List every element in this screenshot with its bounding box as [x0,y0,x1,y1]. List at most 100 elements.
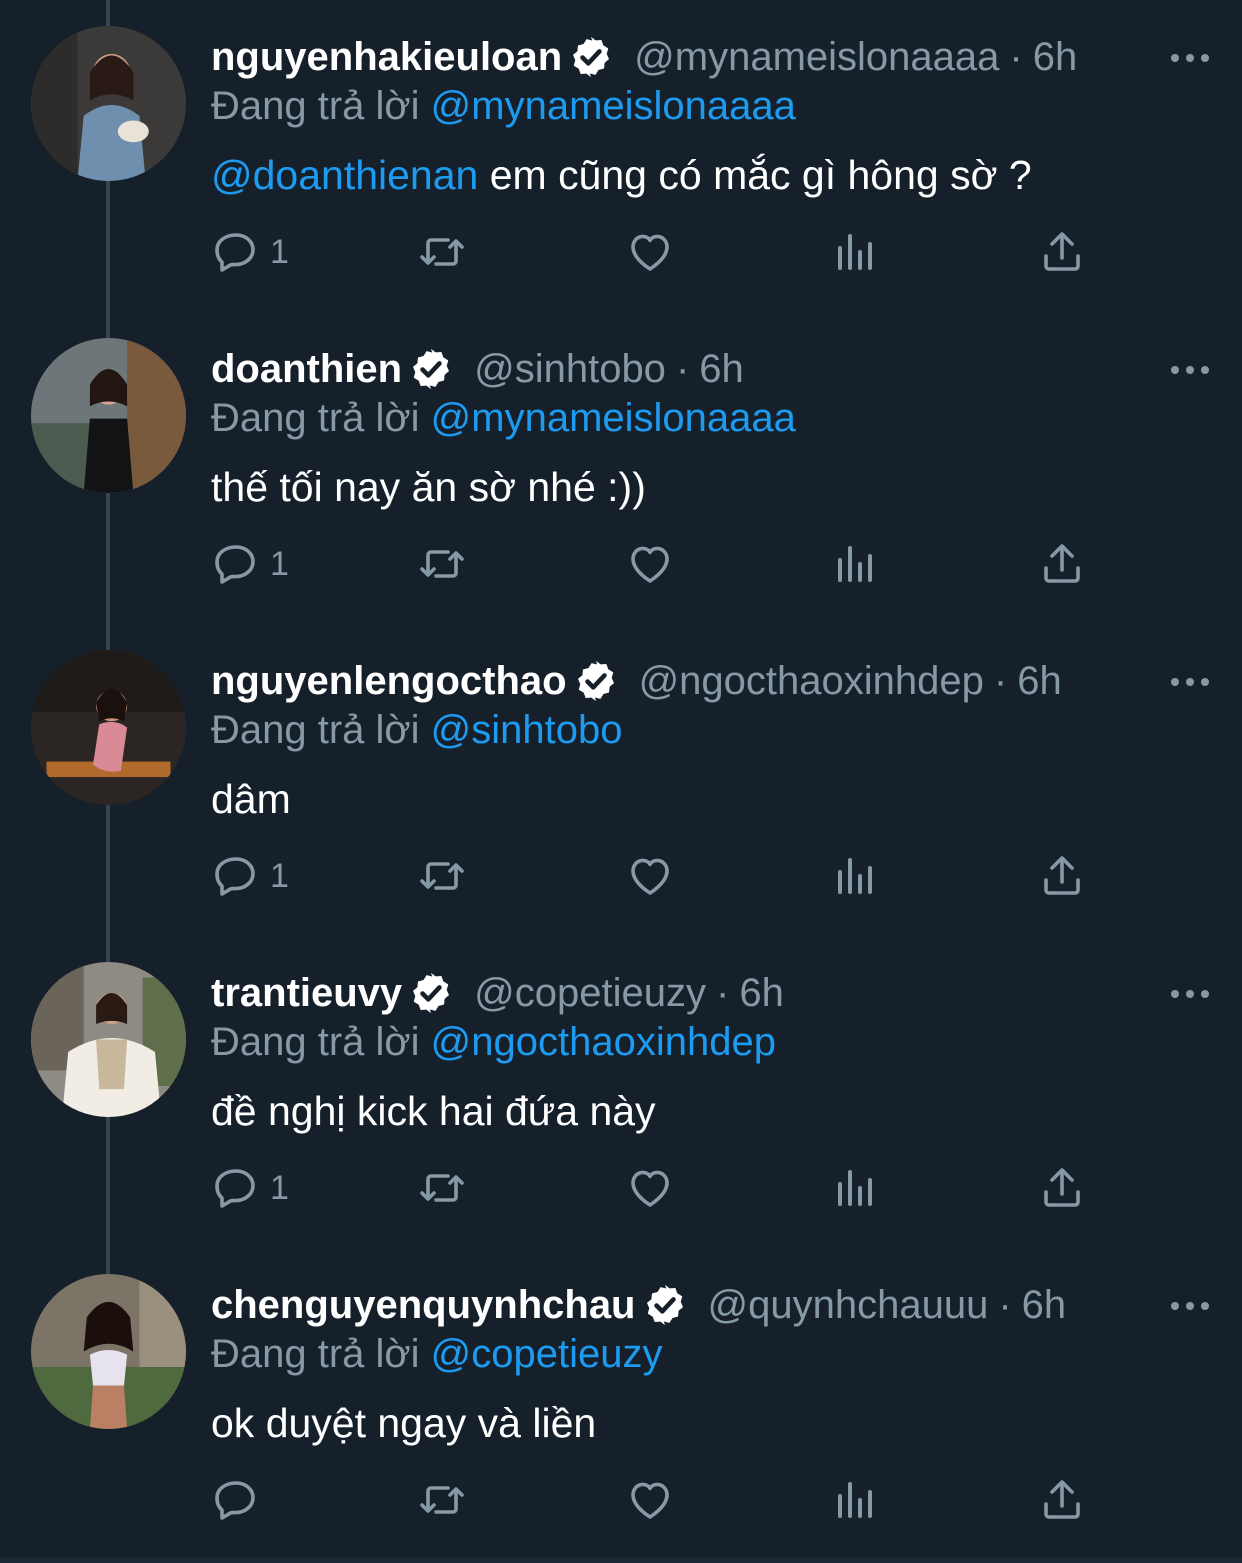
tweet-reply[interactable]: nguyenlengocthao @ngocthaoxinhdep · 6h Đ… [0,624,1242,936]
avatar[interactable] [31,26,186,181]
analytics-button[interactable] [832,1148,880,1228]
user-handle[interactable]: @sinhtobo [474,342,666,396]
verified-badge-icon [413,348,450,390]
heart-icon [631,234,669,271]
retweet-button[interactable] [418,1148,466,1228]
reply-to-mention[interactable]: @copetieuzy [431,1332,663,1376]
more-dots-icon[interactable] [1168,36,1212,80]
like-button[interactable] [626,212,674,292]
reply-count: 1 [270,1168,289,1207]
reply-to-mention[interactable]: @mynameislonaaaa [431,396,796,440]
bottom-divider [0,1557,1242,1563]
share-button[interactable] [1038,212,1086,292]
replying-to: Đang trả lời @mynameislonaaaa [211,393,796,443]
analytics-button[interactable] [832,1460,880,1540]
heart-icon [631,1482,669,1519]
retweet-button[interactable] [418,212,466,292]
separator-dot: · [998,1283,1012,1327]
avatar[interactable] [31,1274,186,1429]
analytics-button[interactable] [832,212,880,292]
user-handle[interactable]: @copetieuzy [474,966,706,1020]
tweet-reply[interactable]: chenguyenquynhchau @quynhchauuu · 6h Đan… [0,1248,1242,1560]
avatar[interactable] [31,338,186,493]
text-mention[interactable]: @doanthienan [211,152,478,198]
action-bar: 1 [0,1148,1242,1228]
tweet-reply[interactable]: trantieuvy @copetieuzy · 6h Đang trả lời… [0,936,1242,1248]
action-bar [0,1460,1242,1540]
tweet-body: thế tối nay ăn sờ nhé :)) [211,464,646,510]
more-dots-icon[interactable] [1168,972,1212,1016]
user-handle[interactable]: @ngocthaoxinhdep [639,654,984,708]
separator-dot: · [1009,35,1023,79]
avatar-photo [31,962,186,1117]
retweet-button[interactable] [418,836,466,916]
reply-to-mention[interactable]: @mynameislonaaaa [431,84,796,128]
share-button[interactable] [1038,836,1086,916]
more-dots-icon[interactable] [1168,348,1212,392]
tweet-header: nguyenlengocthao @ngocthaoxinhdep · 6h [211,654,1062,708]
reply-button[interactable]: 1 [212,1148,289,1228]
tweet-text: thế tối nay ăn sờ nhé :)) [211,460,646,514]
replying-prefix: Đang trả lời [211,84,420,128]
timestamp[interactable]: 6h [1022,1278,1067,1332]
share-upload-icon [1044,856,1080,895]
tweet-header: doanthien @sinhtobo · 6h [211,342,744,396]
timestamp[interactable]: 6h [739,966,784,1020]
tweet-reply[interactable]: doanthien @sinhtobo · 6h Đang trả lời @m… [0,312,1242,624]
action-bar: 1 [0,524,1242,604]
tweet-body: em cũng có mắc gì hông sờ ? [478,152,1032,198]
speech-bubble-icon [215,857,255,896]
timestamp[interactable]: 6h [699,342,744,396]
share-button[interactable] [1038,1460,1086,1540]
retweet-icon [420,1486,464,1514]
reply-count: 1 [270,232,289,271]
retweet-icon [420,238,464,266]
tweet-text: @doanthienan em cũng có mắc gì hông sờ ? [211,148,1032,202]
share-button[interactable] [1038,1148,1086,1228]
like-button[interactable] [626,836,674,916]
retweet-button[interactable] [418,524,466,604]
user-handle[interactable]: @mynameislonaaaa [634,30,999,84]
tweet-body: đề nghị kick hai đứa này [211,1088,656,1134]
reply-count: 1 [270,544,289,583]
display-name[interactable]: nguyenhakieuloan [211,30,562,84]
timestamp[interactable]: 6h [1017,654,1062,708]
tweet-header: chenguyenquynhchau @quynhchauuu · 6h [211,1278,1066,1332]
retweet-button[interactable] [418,1460,466,1540]
reply-button[interactable]: 1 [212,836,289,916]
display-name[interactable]: doanthien [211,342,402,396]
display-name[interactable]: trantieuvy [211,966,402,1020]
bar-chart-icon [838,1482,872,1518]
verified-badge-icon [573,36,610,78]
like-button[interactable] [626,1460,674,1540]
tweet-reply[interactable]: nguyenhakieuloan @mynameislonaaaa · 6h Đ… [0,0,1242,312]
more-dots-icon[interactable] [1168,660,1212,704]
separator-dot: · [675,347,690,391]
bar-chart-icon [838,546,872,582]
tweet-text: dâm [211,772,291,826]
heart-icon [631,1170,669,1207]
share-button[interactable] [1038,524,1086,604]
speech-bubble-icon [215,1481,255,1520]
timestamp[interactable]: 6h [1033,30,1078,84]
verified-badge-icon [577,660,614,702]
reply-button[interactable] [212,1460,270,1540]
avatar[interactable] [31,962,186,1117]
display-name[interactable]: nguyenlengocthao [211,654,567,708]
user-handle[interactable]: @quynhchauuu [708,1278,989,1332]
reply-to-mention[interactable]: @ngocthaoxinhdep [431,1020,776,1064]
reply-button[interactable]: 1 [212,212,289,292]
analytics-button[interactable] [832,836,880,916]
like-button[interactable] [626,1148,674,1228]
more-dots-icon[interactable] [1168,1284,1212,1328]
analytics-button[interactable] [832,524,880,604]
bar-chart-icon [838,858,872,894]
like-button[interactable] [626,524,674,604]
display-name[interactable]: chenguyenquynhchau [211,1278,636,1332]
separator-dot: · [993,659,1008,703]
share-upload-icon [1044,1168,1080,1207]
tweet-text: đề nghị kick hai đứa này [211,1084,656,1138]
reply-button[interactable]: 1 [212,524,289,604]
avatar[interactable] [31,650,186,805]
reply-to-mention[interactable]: @sinhtobo [431,708,623,752]
